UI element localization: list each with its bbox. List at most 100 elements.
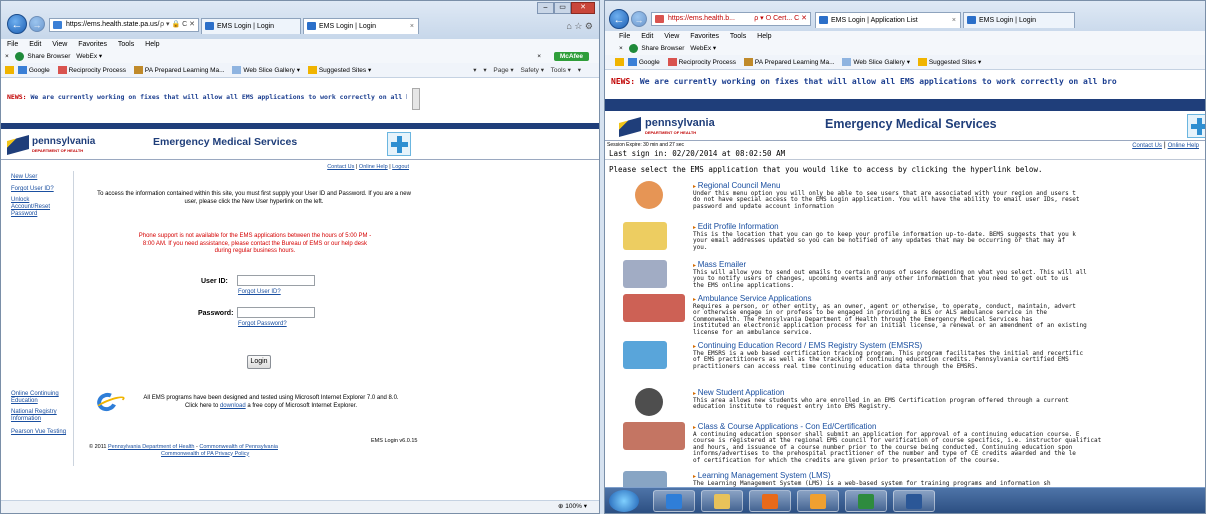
webex-button[interactable]: WebEx ▾	[76, 53, 102, 60]
password-input[interactable]	[237, 307, 315, 318]
share-browser-button[interactable]: Share Browser	[641, 45, 684, 52]
favorite-reciprocity[interactable]: Reciprocity Process	[69, 67, 126, 74]
address-bar-icons[interactable]: ρ ▾ ⭘ Cert... C ✕	[754, 13, 807, 25]
app-title-link[interactable]: Learning Management System (LMS)	[693, 471, 831, 480]
user-id-input[interactable]	[237, 275, 315, 286]
sidebar-item-online-ce[interactable]: Online Continuing Education	[11, 391, 69, 405]
login-button[interactable]: Login	[247, 355, 271, 369]
menu-help[interactable]: Help	[757, 33, 771, 40]
address-bar-icons[interactable]: ρ ▾ 🔒 C ✕	[160, 19, 195, 31]
mcafee-close-button[interactable]: ×	[537, 50, 541, 63]
forward-button[interactable]: →	[631, 11, 647, 27]
command-toolbar: × Share Browser WebEx ▾	[605, 42, 1205, 55]
favorite-google[interactable]: Google	[639, 59, 660, 66]
menu-file[interactable]: File	[7, 41, 18, 48]
back-button[interactable]: ←	[609, 9, 629, 29]
tab-ems-login-active[interactable]: EMS Login | Login ×	[303, 18, 419, 34]
taskbar-button[interactable]	[749, 490, 791, 512]
menu-file[interactable]: File	[619, 33, 630, 40]
news-scrollbar[interactable]	[412, 88, 420, 110]
back-button[interactable]: ←	[7, 14, 27, 34]
app-description-line: password and update account information	[693, 202, 834, 210]
menu-favorites[interactable]: Favorites	[78, 41, 107, 48]
logout-link[interactable]: Logout	[392, 164, 409, 170]
tab-ems-login-1[interactable]: EMS Login | Login	[201, 18, 301, 34]
menu-favorites[interactable]: Favorites	[690, 33, 719, 40]
forward-button[interactable]: →	[29, 16, 45, 32]
app-title-link[interactable]: Class & Course Applications - Con Ed/Cer…	[693, 422, 877, 431]
sidebar-item-pearson-vue[interactable]: Pearson Vue Testing	[11, 429, 66, 436]
home-menu[interactable]: ▾	[473, 67, 476, 74]
app-title-link[interactable]: Continuing Education Record / EMS Regist…	[693, 341, 923, 350]
ie-download-link[interactable]: download	[220, 403, 246, 409]
taskbar-button[interactable]	[701, 490, 743, 512]
share-browser-button[interactable]: Share Browser	[27, 53, 70, 60]
safety-menu[interactable]: Safety ▾	[520, 67, 544, 74]
page-menu[interactable]: Page ▾	[493, 67, 513, 74]
toolbar-close-button[interactable]: ×	[619, 45, 623, 52]
menu-tools[interactable]: Tools	[730, 33, 746, 40]
tab-ems-login[interactable]: EMS Login | Login	[963, 12, 1075, 28]
app-title-link[interactable]: Regional Council Menu	[693, 181, 781, 190]
webex-button[interactable]: WebEx ▾	[690, 45, 716, 52]
feeds-menu[interactable]: ▾	[483, 67, 486, 74]
menu-edit[interactable]: Edit	[29, 41, 41, 48]
taskbar-button[interactable]	[893, 490, 935, 512]
zoom-icon: ⊕	[558, 503, 564, 510]
zoom-level[interactable]: 100%	[565, 503, 582, 510]
maximize-button[interactable]: ▭	[554, 2, 571, 14]
tab-close-button[interactable]: ×	[410, 19, 414, 34]
app-title-link[interactable]: New Student Application	[693, 388, 785, 397]
logo-subtitle: DEPARTMENT OF HEALTH	[32, 148, 84, 153]
session-expire: Session Expire: 30 min and 27 sec	[607, 142, 684, 148]
help-menu[interactable]: ▾	[578, 67, 581, 74]
online-help-link[interactable]: Online Help	[1168, 143, 1199, 149]
commonwealth-link[interactable]: Commonwealth of Pennsylvania	[199, 444, 278, 450]
mcafee-button[interactable]: McAfee	[553, 52, 589, 61]
sidebar-item-new-user[interactable]: New User	[11, 174, 37, 181]
contact-us-link[interactable]: Contact Us	[1132, 143, 1162, 149]
menu-tools[interactable]: Tools	[118, 41, 134, 48]
minimize-button[interactable]: –	[537, 2, 554, 14]
favorite-google[interactable]: Google	[29, 67, 50, 74]
favorite-pa-prepared[interactable]: PA Prepared Learning Ma...	[755, 59, 835, 66]
pa-doh-link[interactable]: Pennsylvania Department of Health	[108, 444, 195, 450]
privacy-policy-link[interactable]: Commonwealth of PA Privacy Policy	[161, 451, 249, 457]
favorite-pa-prepared[interactable]: PA Prepared Learning Ma...	[145, 67, 225, 74]
taskbar-button[interactable]	[653, 490, 695, 512]
app-title-link[interactable]: Ambulance Service Applications	[693, 294, 812, 303]
start-button[interactable]	[609, 490, 639, 512]
close-window-button[interactable]: ✕	[571, 2, 595, 14]
menu-view[interactable]: View	[664, 33, 679, 40]
taskbar-button[interactable]	[845, 490, 887, 512]
sidebar-item-national-registry[interactable]: National Registry Information	[11, 409, 69, 423]
menu-view[interactable]: View	[52, 41, 67, 48]
online-help-link[interactable]: Online Help	[359, 164, 388, 170]
forgot-password-link[interactable]: Forgot Password?	[238, 321, 287, 327]
tab-close-button[interactable]: ×	[952, 13, 956, 28]
tab-label: EMS Login | Application List	[831, 17, 918, 24]
menu-help[interactable]: Help	[145, 41, 159, 48]
sidebar-item-forgot-user-id[interactable]: Forgot User ID?	[11, 186, 54, 193]
favorite-reciprocity[interactable]: Reciprocity Process	[679, 59, 736, 66]
menu-edit[interactable]: Edit	[641, 33, 653, 40]
favorite-suggested-sites[interactable]: Suggested Sites ▾	[929, 59, 981, 66]
internet-explorer-icon[interactable]	[94, 390, 120, 414]
toolbar-close-button[interactable]: ×	[5, 53, 9, 60]
link-separator: |	[389, 164, 391, 170]
site-header: pennsylvania DEPARTMENT OF HEALTH Emerge…	[1, 129, 599, 160]
favorite-web-slice[interactable]: Web Slice Gallery ▾	[853, 59, 910, 66]
favorite-web-slice[interactable]: Web Slice Gallery ▾	[243, 67, 300, 74]
sidebar-item-unlock-account[interactable]: Unlock Account/Reset Password	[11, 197, 69, 218]
app-title-link[interactable]: Edit Profile Information	[693, 222, 779, 231]
tools-menu[interactable]: Tools ▾	[551, 67, 571, 74]
tab-application-list[interactable]: EMS Login | Application List ×	[815, 12, 961, 28]
taskbar-button[interactable]	[797, 490, 839, 512]
home-favorites-settings-icons[interactable]: ⌂ ☆ ⚙	[566, 21, 593, 32]
address-bar[interactable]: https://ems.health.b... ρ ▾ ⭘ Cert... C …	[651, 12, 811, 26]
forgot-user-id-link[interactable]: Forgot User ID?	[238, 289, 281, 295]
contact-us-link[interactable]: Contact Us	[327, 164, 354, 170]
address-bar[interactable]: https://ems.health.state.pa.us/ ρ ▾ 🔒 C …	[49, 18, 199, 32]
app-title-link[interactable]: Mass Emailer	[693, 260, 746, 269]
favorite-suggested-sites[interactable]: Suggested Sites ▾	[319, 67, 371, 74]
